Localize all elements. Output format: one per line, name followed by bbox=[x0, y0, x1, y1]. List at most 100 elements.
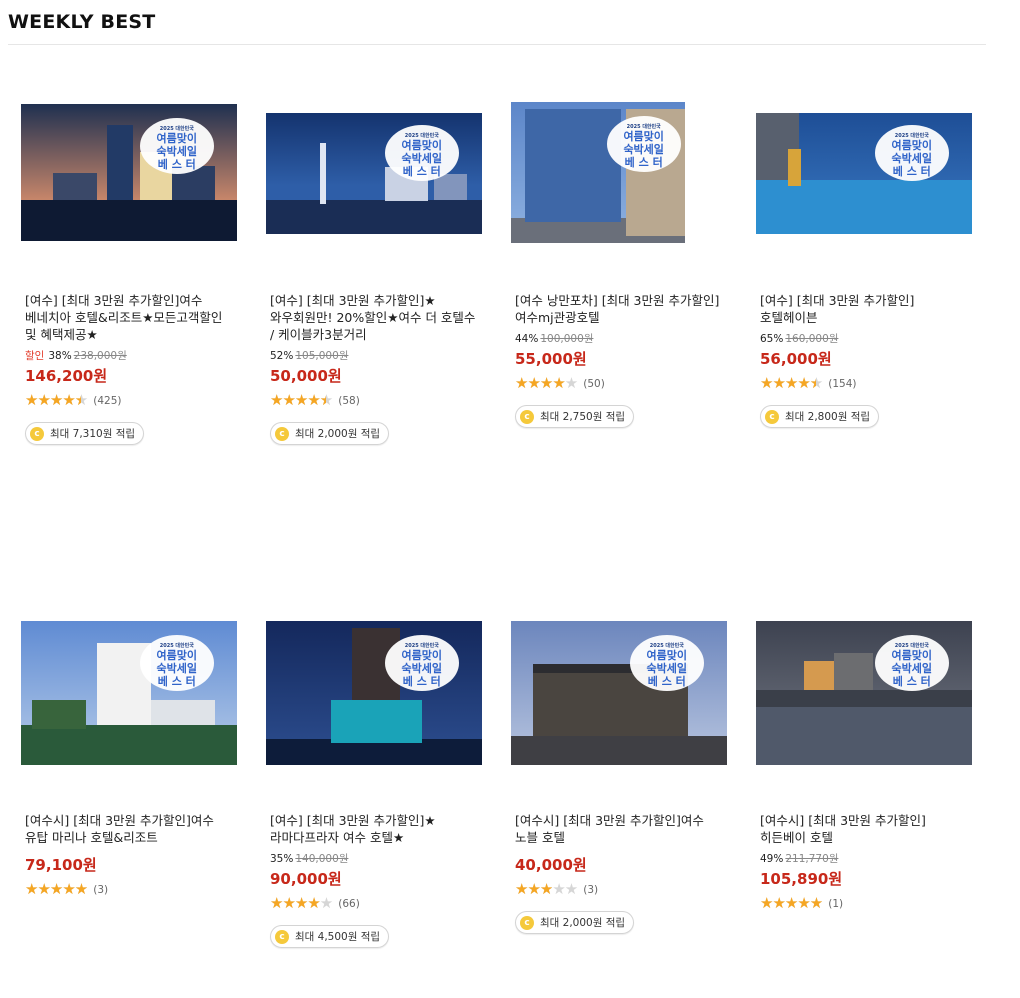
product-title[interactable]: [여수시] [최대 3만원 추가할인]여수 노블 호텔 bbox=[515, 812, 725, 846]
image-ground bbox=[21, 724, 237, 765]
image-building bbox=[320, 143, 327, 204]
original-price: 100,000원 bbox=[540, 333, 594, 345]
sale-price: 90,000원 bbox=[270, 870, 342, 888]
promo-badge: 2025 대한민국 여름맞이 숙박세일 베 스 터 bbox=[139, 635, 214, 692]
image-ground bbox=[21, 199, 237, 241]
badge-line: 베 스 터 bbox=[402, 675, 441, 689]
review-count: (154) bbox=[828, 377, 857, 390]
promo-badge: 2025 대한민국 여름맞이 숙박세일 베 스 터 bbox=[384, 635, 459, 692]
discount-row: 할인 38% 238,000원 bbox=[25, 348, 235, 363]
product-image[interactable]: 2025 대한민국 여름맞이 숙박세일 베 스 터 bbox=[21, 621, 237, 765]
sale-price: 79,100원 bbox=[25, 856, 97, 874]
discount-row: 44% 100,000원 bbox=[515, 331, 725, 346]
product-title[interactable]: [여수] [최대 3만원 추가할인]여수 베네치아 호텔&리조트★모든고객할인 … bbox=[25, 292, 235, 343]
image-building bbox=[150, 700, 216, 725]
image-building bbox=[53, 172, 97, 200]
review-count: (58) bbox=[338, 394, 360, 407]
points-text: 최대 7,310원 적립 bbox=[50, 428, 136, 440]
original-price: 140,000원 bbox=[295, 853, 349, 865]
product-info: [여수] [최대 3만원 추가할인]호텔헤이븐 65% 160,000원 56,000… bbox=[760, 292, 970, 428]
badge-line: 여름맞이 bbox=[646, 649, 688, 663]
stars-filled: ★★★★★ bbox=[515, 882, 553, 897]
badge-line: 여름맞이 bbox=[401, 139, 443, 153]
points-text: 최대 2,800원 적립 bbox=[785, 411, 871, 423]
discount-rate: 49% bbox=[760, 853, 784, 865]
stars-filled: ★★★★★ bbox=[515, 376, 565, 391]
badge-year: 2025 대한민국 bbox=[159, 125, 194, 132]
product-image[interactable]: 2025 대한민국 여름맞이 숙박세일 베 스 터 bbox=[756, 113, 972, 234]
points-badge: c 최대 2,000원 적립 bbox=[270, 422, 390, 445]
discount-row: 35% 140,000원 bbox=[270, 851, 480, 866]
badge-line: 베 스 터 bbox=[624, 156, 663, 170]
badge-line: 여름맞이 bbox=[891, 139, 933, 153]
points-wrap: c 최대 2,750원 적립 bbox=[515, 391, 725, 428]
badge-line: 베 스 터 bbox=[157, 675, 196, 689]
product-image[interactable]: 2025 대한민국 여름맞이 숙박세일 베 스 터 bbox=[756, 621, 972, 765]
star-rating-icon: ★★★★★★★★★★ bbox=[760, 376, 823, 391]
product-image[interactable]: 2025 대한민국 여름맞이 숙박세일 베 스 터 bbox=[21, 104, 237, 241]
product-title[interactable]: [여수] [최대 3만원 추가할인]★와우회원만! 20%할인★여수 더 호텔수… bbox=[270, 292, 480, 343]
product-title[interactable]: [여수시] [최대 3만원 추가할인]여수 유탑 마리나 호텔&리조트 bbox=[25, 812, 235, 846]
coin-icon: c bbox=[520, 915, 534, 930]
product-info: [여수] [최대 3만원 추가할인]★라마다프라자 여수 호텔★ 35% 140,0… bbox=[270, 812, 480, 948]
points-text: 최대 4,500원 적립 bbox=[295, 931, 381, 943]
discount-row: 65% 160,000원 bbox=[760, 331, 970, 346]
coin-icon: c bbox=[275, 929, 289, 944]
original-price: 238,000원 bbox=[73, 350, 127, 362]
sale-price: 50,000원 bbox=[270, 367, 342, 385]
original-price: 160,000원 bbox=[785, 333, 839, 345]
coin-icon: c bbox=[275, 426, 289, 441]
discount-rate: 44% bbox=[515, 333, 539, 345]
product-title[interactable]: [여수] [최대 3만원 추가할인]호텔헤이븐 bbox=[760, 292, 970, 326]
product-title[interactable]: [여수시] [최대 3만원 추가할인]히든베이 호텔 bbox=[760, 812, 970, 846]
image-building bbox=[788, 149, 802, 186]
discount-row: 49% 211,770원 bbox=[760, 851, 970, 866]
sale-price: 146,200원 bbox=[25, 367, 108, 385]
badge-line: 여름맞이 bbox=[156, 131, 198, 145]
review-count: (3) bbox=[93, 883, 109, 896]
product-info: [여수시] [최대 3만원 추가할인]여수 노블 호텔 40,000원 ★★★★★ ★… bbox=[515, 812, 725, 934]
rating-row: ★★★★★★★★★★ (3) bbox=[515, 882, 725, 897]
badge-line: 숙박세일 bbox=[401, 662, 443, 676]
product-image[interactable]: 2025 대한민국 여름맞이 숙박세일 베 스 터 bbox=[266, 621, 482, 765]
product-title[interactable]: [여수] [최대 3만원 추가할인]★라마다프라자 여수 호텔★ bbox=[270, 812, 480, 846]
coin-icon: c bbox=[765, 409, 779, 424]
promo-badge: 2025 대한민국 여름맞이 숙박세일 베 스 터 bbox=[629, 635, 704, 692]
review-count: (425) bbox=[93, 394, 122, 407]
coin-icon: c bbox=[30, 426, 44, 441]
product-info: [여수시] [최대 3만원 추가할인]히든베이 호텔 49% 211,770원 105… bbox=[760, 812, 970, 911]
badge-line: 여름맞이 bbox=[401, 649, 443, 663]
badge-line: 숙박세일 bbox=[646, 662, 688, 676]
image-ground bbox=[511, 736, 727, 765]
review-count: (50) bbox=[583, 377, 605, 390]
badge-line: 숙박세일 bbox=[156, 662, 198, 676]
discount-rate: 38% bbox=[48, 350, 72, 362]
product-info: [여수] [최대 3만원 추가할인]★와우회원만! 20%할인★여수 더 호텔수… bbox=[270, 292, 480, 445]
badge-line: 베 스 터 bbox=[647, 675, 686, 689]
review-count: (66) bbox=[338, 897, 360, 910]
badge-line: 숙박세일 bbox=[623, 143, 664, 157]
image-ground bbox=[266, 200, 482, 234]
original-price: 105,000원 bbox=[295, 350, 349, 362]
stars-filled: ★★★★★ bbox=[760, 896, 823, 911]
product-image[interactable]: 2025 대한민국 여름맞이 숙박세일 베 스 터 bbox=[511, 621, 727, 765]
product-image[interactable]: 2025 대한민국 여름맞이 숙박세일 베 스 터 bbox=[511, 102, 685, 243]
badge-line: 베 스 터 bbox=[402, 165, 441, 179]
product-title[interactable]: [여수 낭만포차] [최대 3만원 추가할인]여수mj관광호텔 bbox=[515, 292, 725, 326]
promo-badge: 2025 대한민국 여름맞이 숙박세일 베 스 터 bbox=[139, 117, 214, 174]
badge-line: 숙박세일 bbox=[401, 152, 443, 166]
badge-line: 여름맞이 bbox=[156, 649, 198, 663]
points-badge: c 최대 2,750원 적립 bbox=[515, 405, 635, 428]
stars-filled: ★★★★★ bbox=[270, 896, 320, 911]
stars-filled: ★★★★★ bbox=[760, 376, 816, 391]
product-info: [여수시] [최대 3만원 추가할인]여수 유탑 마리나 호텔&리조트 79,10… bbox=[25, 812, 235, 897]
image-ground bbox=[756, 707, 972, 765]
rating-row: ★★★★★ ★★★★★ (1) bbox=[760, 896, 970, 911]
image-building bbox=[107, 124, 134, 200]
sale-label: 할인 bbox=[25, 350, 45, 362]
product-image[interactable]: 2025 대한민국 여름맞이 숙박세일 베 스 터 bbox=[266, 113, 482, 234]
points-badge: c 최대 2,000원 적립 bbox=[515, 911, 635, 934]
badge-line: 베 스 터 bbox=[892, 165, 931, 179]
star-rating-icon: ★★★★★★★★★★ bbox=[25, 882, 88, 897]
points-text: 최대 2,750원 적립 bbox=[540, 411, 626, 423]
